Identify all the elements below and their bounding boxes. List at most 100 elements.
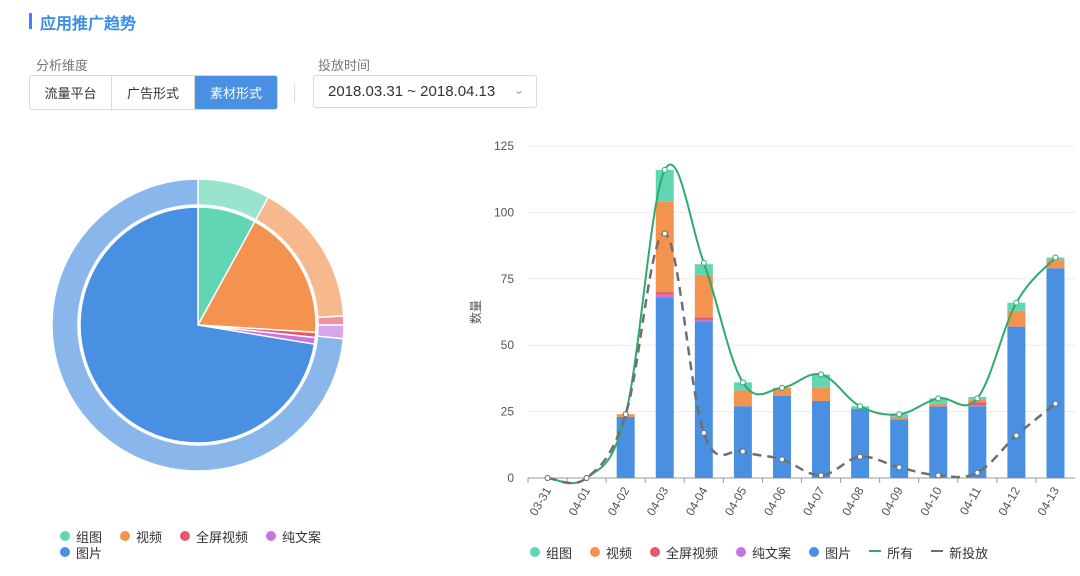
line-point-new-launch[interactable] [1052,400,1059,407]
bar-segment-image[interactable] [772,395,791,478]
filter-divider [294,84,295,102]
bar-segment-image[interactable] [655,297,674,478]
dimension-option-traffic-platform[interactable]: 流量平台 [30,76,112,109]
legend-line-key [931,550,944,554]
line-point-new-launch[interactable] [1013,432,1020,439]
line-point-new-launch[interactable] [739,448,746,455]
bar-segment-image[interactable] [694,321,713,478]
line-point-new-launch[interactable] [583,475,590,481]
legend-label: 组图 [546,545,573,561]
bar-segment-image[interactable] [851,408,870,478]
legend-label: 所有 [887,545,914,561]
line-point-all[interactable] [1052,254,1059,261]
bar-segment-image[interactable] [616,416,635,478]
line-point-all[interactable] [974,395,981,402]
legend-label: 新投放 [949,545,989,561]
x-tick-label: 04-07 [800,484,828,518]
x-tick-label: 04-12 [996,484,1024,518]
legend-dot [590,547,601,557]
y-tick-label: 75 [501,272,515,286]
bar-segment-text-only[interactable] [968,404,987,407]
line-point-all[interactable] [700,259,707,266]
line-point-all[interactable] [857,403,864,410]
legend-label: 全屏视频 [196,529,249,545]
pie-legend-item-video[interactable]: 视频 [120,528,163,545]
bar-segment-text-only[interactable] [694,319,713,322]
x-tick-label: 04-10 [917,484,945,518]
dimension-option-material-format[interactable]: 素材形式 [195,76,277,109]
legend-label: 图片 [825,545,852,561]
legend-dot [736,547,747,557]
line-point-new-launch[interactable] [974,469,981,476]
line-point-new-launch[interactable] [700,429,707,436]
legend-label: 图片 [76,545,103,561]
legend-label: 纯文案 [282,529,322,545]
pie-legend-item-text-only[interactable]: 纯文案 [266,528,322,545]
y-tick-label: 0 [507,471,514,485]
pie-legend-item-image[interactable]: 图片 [60,544,103,561]
chevron-down-icon: ⌄ [513,83,524,97]
line-point-all[interactable] [661,166,668,173]
line-point-new-launch[interactable] [544,475,551,481]
x-tick-label: 04-09 [878,484,906,518]
bar-segment-image[interactable] [1046,268,1065,478]
bar-legend-item-fullscreen-video[interactable]: 全屏视频 [650,544,719,561]
legend-dot [120,531,131,541]
y-tick-label: 100 [494,205,514,219]
date-range-picker[interactable]: 2018.03.31 ~ 2018.04.13 ⌄ [313,75,537,108]
bar-segment-image-group[interactable] [655,169,674,202]
pie-outer-slice-fullscreen-video[interactable] [316,315,345,326]
legend-dot [60,531,70,541]
bar-legend-item-new-launch[interactable]: 新投放 [931,544,989,561]
y-axis-label: 数量 [468,300,483,324]
line-point-all[interactable] [778,384,785,391]
y-tick-label: 125 [494,139,514,153]
bar-segment-image[interactable] [1007,326,1026,478]
y-tick-label: 25 [501,405,515,419]
line-point-new-launch[interactable] [778,456,785,463]
x-tick-label: 03-31 [527,484,555,518]
legend-label: 全屏视频 [666,545,719,561]
bar-legend-item-image[interactable]: 图片 [809,544,852,561]
x-tick-label: 04-08 [839,484,867,518]
pie-legend-item-fullscreen-video[interactable]: 全屏视频 [180,528,249,545]
bar-segment-video[interactable] [733,390,752,407]
line-point-new-launch[interactable] [896,464,903,471]
bar-segment-fullscreen-video[interactable] [655,292,674,295]
x-tick-label: 04-02 [605,484,633,518]
line-point-all[interactable] [739,379,746,386]
legend-label: 视频 [136,529,163,545]
line-point-new-launch[interactable] [857,453,864,460]
bar-legend-item-all[interactable]: 所有 [869,544,914,561]
bar-segment-text-only[interactable] [655,294,674,298]
line-point-new-launch[interactable] [661,230,668,237]
line-point-new-launch[interactable] [935,472,942,479]
pie-legend: 组图 视频 全屏视频 纯文案 图片 [60,528,380,561]
x-tick-label: 04-01 [566,484,594,518]
x-tick-label: 04-11 [957,484,984,517]
bar-segment-image[interactable] [733,406,752,478]
bar-segment-image[interactable] [929,406,948,478]
dimension-segmented-control: 流量平台 广告形式 素材形式 [29,75,278,110]
line-point-all[interactable] [1013,299,1020,306]
line-point-all[interactable] [818,371,825,378]
line-point-all[interactable] [896,411,903,418]
bar-legend-item-image-group[interactable]: 组图 [530,544,573,561]
legend-line-key [869,550,882,554]
bar-segment-video[interactable] [929,403,948,407]
bar-segment-image[interactable] [812,400,831,478]
bar-legend-item-video[interactable]: 视频 [590,544,632,561]
line-point-new-launch[interactable] [818,472,825,479]
line-point-all[interactable] [935,395,942,402]
dimension-option-ad-format[interactable]: 广告形式 [112,76,195,109]
bar-segment-video[interactable] [812,387,831,401]
title-accent-bar [29,13,32,29]
page-title: 应用推广趋势 [40,16,137,33]
legend-dot [180,531,191,541]
x-tick-label: 04-13 [1035,484,1063,518]
bar-segment-fullscreen-video[interactable] [694,317,713,320]
bar-segment-video[interactable] [890,416,909,420]
bar-legend-item-text-only[interactable]: 纯文案 [736,544,791,561]
bar-line-chart: 0 25 50 75 100 125 数量 03-31 04-01 04-02 04-03 04-04… [468,139,1075,518]
line-point-new-launch[interactable] [622,411,629,418]
